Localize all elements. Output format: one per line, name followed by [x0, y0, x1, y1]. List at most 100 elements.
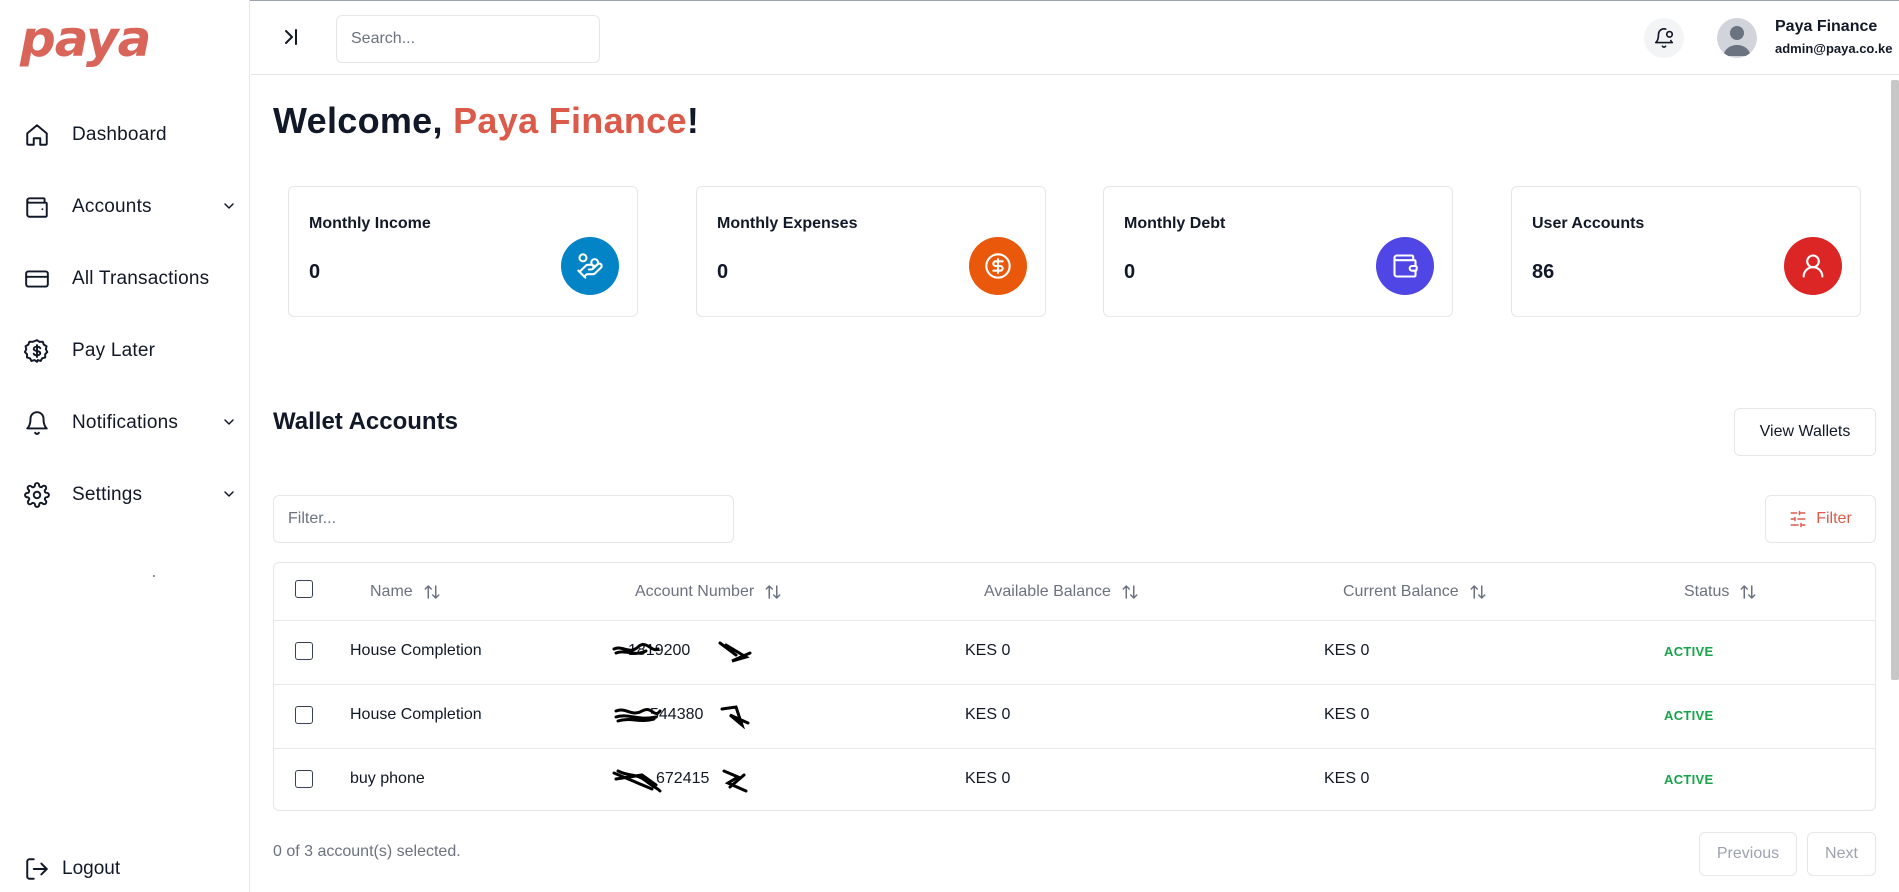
- wallet-icon: [26, 197, 48, 218]
- cell-account-number: 1819200: [612, 641, 752, 665]
- stat-card-monthly-debt: Monthly Debt 0: [1103, 186, 1453, 317]
- stat-card-monthly-income: Monthly Income 0: [288, 186, 638, 317]
- sidebar-item-dashboard[interactable]: Dashboard: [0, 112, 250, 156]
- redaction-scribble: [612, 641, 752, 663]
- column-header-label: Available Balance: [984, 583, 1111, 600]
- sort-icon: [1122, 585, 1138, 599]
- stat-value: 0: [1124, 261, 1136, 283]
- view-wallets-button[interactable]: View Wallets: [1734, 408, 1876, 456]
- select-all-checkbox[interactable]: [295, 580, 313, 598]
- sidebar-item-label: Pay Later: [72, 340, 156, 361]
- page-scrollbar[interactable]: [1891, 80, 1899, 680]
- column-header-available-balance[interactable]: Available Balance: [984, 583, 1139, 601]
- stat-title: Monthly Expenses: [717, 215, 858, 232]
- sidebar-item-label: Dashboard: [72, 124, 167, 145]
- stat-card-user-accounts: User Accounts 86: [1511, 186, 1861, 317]
- welcome-prefix: Welcome,: [273, 100, 454, 141]
- previous-button[interactable]: Previous: [1699, 832, 1797, 876]
- sort-icon: [1740, 585, 1756, 599]
- sidebar-item-all-transactions[interactable]: All Transactions: [0, 256, 250, 300]
- cell-name: House Completion: [350, 642, 482, 659]
- wallet-accounts-table: Name Account Number Available Balance Cu…: [273, 562, 1876, 811]
- column-header-label: Account Number: [635, 583, 755, 600]
- logo-text: paya: [19, 14, 150, 68]
- cell-name: buy phone: [350, 770, 425, 787]
- table-row[interactable]: House Completion 1819200 KES 0 KES 0 ACT…: [274, 620, 1875, 684]
- filter-input[interactable]: [273, 495, 734, 543]
- status-badge: ACTIVE: [1664, 708, 1714, 723]
- logout-button[interactable]: Logout: [0, 852, 250, 888]
- cell-account-number: 544380: [612, 705, 752, 729]
- welcome-name: Paya Finance: [453, 100, 687, 141]
- paya-logo[interactable]: paya: [18, 10, 178, 75]
- sidebar-item-label: Settings: [72, 484, 143, 505]
- next-button[interactable]: Next: [1807, 832, 1876, 876]
- cell-available-balance: KES 0: [965, 706, 1011, 723]
- redaction-scribble: [614, 705, 750, 729]
- cell-name: House Completion: [350, 706, 482, 723]
- sidebar-item-accounts[interactable]: Accounts: [0, 184, 250, 228]
- sidebar-item-label: Notifications: [72, 412, 179, 433]
- bell-icon: [26, 411, 48, 435]
- avatar[interactable]: [1717, 18, 1757, 58]
- chevron-down-icon[interactable]: [221, 198, 237, 214]
- stat-value: 86: [1532, 261, 1555, 283]
- cell-available-balance: KES 0: [965, 770, 1011, 787]
- top-header: Paya Finance admin@paya.co.ke: [251, 1, 1899, 75]
- user-avatar-icon: [1723, 26, 1751, 56]
- wallet-accounts-title: Wallet Accounts: [273, 408, 458, 435]
- search-input[interactable]: [336, 15, 600, 63]
- stat-title: User Accounts: [1532, 215, 1645, 232]
- stat-title: Monthly Income: [309, 215, 431, 232]
- page-title: Welcome, Paya Finance!: [273, 100, 699, 142]
- status-badge: ACTIVE: [1664, 772, 1714, 787]
- filter-button[interactable]: Filter: [1765, 495, 1876, 543]
- user-icon: [1784, 237, 1842, 295]
- sort-icon: [765, 585, 781, 599]
- user-email: admin@paya.co.ke: [1775, 41, 1893, 56]
- sidebar: paya Dashboard Accounts All Transactions…: [0, 0, 250, 892]
- cell-account-number: 672415: [612, 769, 752, 793]
- notifications-button[interactable]: [1644, 18, 1684, 58]
- stat-value: 0: [309, 261, 321, 283]
- logout-icon: [26, 858, 48, 880]
- sidebar-item-pay-later[interactable]: Pay Later: [0, 328, 250, 372]
- column-header-account-number[interactable]: Account Number: [635, 583, 782, 601]
- sort-icon: [424, 585, 440, 599]
- selection-info: 0 of 3 account(s) selected.: [273, 843, 461, 860]
- filter-button-label: Filter: [1816, 510, 1852, 527]
- row-checkbox[interactable]: [295, 642, 313, 660]
- wallet-icon: [1376, 237, 1434, 295]
- table-row[interactable]: House Completion 544380 KES 0 KES 0 ACTI…: [274, 684, 1875, 748]
- column-header-name[interactable]: Name: [370, 583, 441, 601]
- cell-current-balance: KES 0: [1324, 706, 1370, 723]
- redaction-scribble: [612, 769, 748, 793]
- hand-coins-icon: [561, 237, 619, 295]
- sidebar-toggle-icon[interactable]: [279, 25, 303, 49]
- sort-icon: [1470, 585, 1486, 599]
- credit-card-icon: [25, 270, 49, 288]
- row-checkbox[interactable]: [295, 770, 313, 788]
- column-header-status[interactable]: Status: [1684, 583, 1757, 601]
- sidebar-item-settings[interactable]: Settings: [0, 472, 250, 516]
- column-header-label: Current Balance: [1343, 583, 1459, 600]
- sidebar-item-label: All Transactions: [72, 268, 210, 289]
- cell-current-balance: KES 0: [1324, 770, 1370, 787]
- table-row[interactable]: buy phone 672415 KES 0 KES 0 ACTIVE: [274, 748, 1875, 812]
- user-name: Paya Finance: [1775, 18, 1878, 35]
- chevron-down-icon[interactable]: [221, 486, 237, 502]
- stat-card-monthly-expenses: Monthly Expenses 0: [696, 186, 1046, 317]
- cell-available-balance: KES 0: [965, 642, 1011, 659]
- decorative-dot: [153, 575, 155, 577]
- stat-title: Monthly Debt: [1124, 215, 1226, 232]
- chevron-down-icon[interactable]: [221, 414, 237, 430]
- dollar-circle-icon: [969, 237, 1027, 295]
- logout-label: Logout: [62, 858, 121, 879]
- gear-icon: [24, 482, 50, 508]
- row-checkbox[interactable]: [295, 706, 313, 724]
- badge-dollar-icon: [24, 339, 49, 363]
- sidebar-item-notifications[interactable]: Notifications: [0, 400, 250, 444]
- column-header-current-balance[interactable]: Current Balance: [1343, 583, 1487, 601]
- column-header-label: Status: [1684, 583, 1730, 600]
- bell-dot-icon: [1654, 28, 1674, 48]
